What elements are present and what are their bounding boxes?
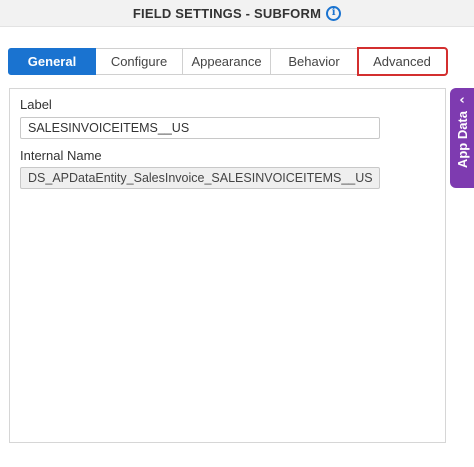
tab-advanced[interactable]: Advanced — [357, 47, 448, 76]
tab-configure[interactable]: Configure — [96, 48, 183, 75]
settings-tabs: General Configure Appearance Behavior Ad… — [8, 47, 448, 76]
general-settings-panel: Label Internal Name — [9, 88, 446, 443]
dialog-title: FIELD SETTINGS - SUBFORM — [132, 5, 322, 21]
tab-behavior[interactable]: Behavior — [271, 48, 358, 75]
internal-name-input[interactable] — [20, 167, 380, 189]
label-field-caption: Label — [20, 97, 52, 112]
label-input[interactable] — [20, 117, 380, 139]
info-circle-icon[interactable]: i — [326, 5, 342, 21]
app-data-panel-toggle[interactable]: ‹ App Data — [450, 88, 474, 188]
dialog-header: FIELD SETTINGS - SUBFORM i — [0, 0, 474, 27]
tab-general[interactable]: General — [8, 48, 96, 75]
app-data-label: App Data — [454, 111, 470, 169]
tab-appearance[interactable]: Appearance — [183, 48, 271, 75]
internal-name-caption: Internal Name — [20, 148, 102, 163]
chevron-left-icon: ‹ — [459, 93, 465, 108]
